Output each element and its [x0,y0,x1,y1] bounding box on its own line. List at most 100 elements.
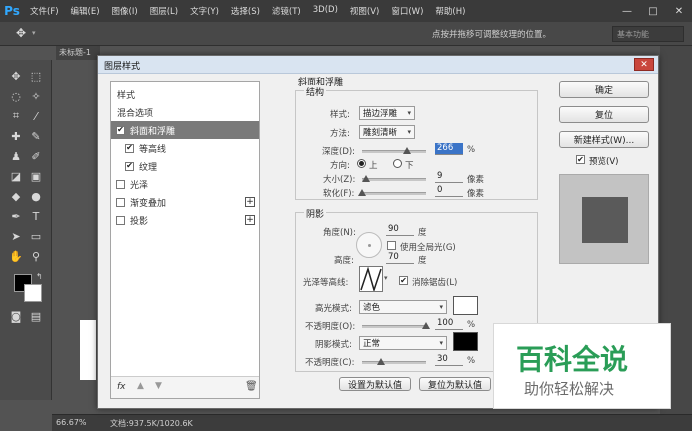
shadow-mode-dropdown[interactable]: 正常 ▾ [359,336,447,350]
workspace-select[interactable]: 基本功能 [612,26,684,42]
crop-icon[interactable]: ⌗ [8,108,24,124]
trash-icon[interactable]: 🗑 [245,381,258,392]
add-effect-icon[interactable]: + [245,197,255,207]
angle-input[interactable]: 90 [386,224,414,236]
make-default-button[interactable]: 设置为默认值 [339,377,411,391]
close-window-button[interactable]: ✕ [666,0,692,22]
size-slider-thumb[interactable] [361,175,370,182]
style-dropdown[interactable]: 描边浮雕 ▾ [359,106,415,120]
document-tab[interactable]: 未标题-1 [56,46,100,60]
lasso-icon[interactable]: ◌ [8,88,24,104]
type-icon[interactable]: T [28,208,44,224]
clone-stamp-icon[interactable]: ♟ [8,148,24,164]
altitude-input[interactable]: 70 [386,252,414,264]
shadow-color-swatch[interactable] [453,332,478,351]
highlight-mode-dropdown[interactable]: 滤色 ▾ [359,300,447,314]
direction-up-radio[interactable] [357,159,366,168]
menu-item[interactable]: 视图(V) [344,5,385,17]
highlight-opacity-slider[interactable] [362,325,426,328]
shadow-opacity-thumb[interactable] [377,358,386,365]
move-icon[interactable]: ✥ [8,68,24,84]
background-color-swatch[interactable] [24,284,42,302]
marquee-icon[interactable]: ⬚ [28,68,44,84]
magic-wand-icon[interactable]: ✧ [28,88,44,104]
menu-item[interactable]: 编辑(E) [65,5,106,17]
zoom-level[interactable]: 66.67% [56,418,87,427]
document-canvas[interactable] [80,320,96,380]
reset-button[interactable]: 复位 [559,106,649,123]
menu-item[interactable]: 选择(S) [225,5,266,17]
style-checkbox[interactable]: ✔ [125,143,134,153]
style-checkbox[interactable]: ✔ [125,161,134,171]
style-checkbox[interactable]: ✔ [116,125,125,135]
highlight-color-swatch[interactable] [453,296,478,315]
dodge-icon[interactable]: ● [28,188,44,204]
blend-options[interactable]: 混合选项 [111,103,259,121]
style-list-item[interactable]: ✔ 纹理 [111,157,259,175]
depth-slider[interactable] [362,150,426,153]
style-checkbox[interactable] [116,179,125,189]
menu-item[interactable]: 文字(Y) [184,5,225,17]
menu-item[interactable]: 窗口(W) [385,5,429,17]
menu-item[interactable]: 3D(D) [307,5,344,17]
menu-item[interactable]: 图层(L) [144,5,184,17]
move-tool-icon[interactable]: ✥ [16,26,26,40]
size-input[interactable]: 9 [435,171,463,183]
direction-down-radio[interactable] [393,159,402,168]
brush-icon[interactable]: ✎ [28,128,44,144]
blur-icon[interactable]: ◆ [8,188,24,204]
style-checkbox[interactable] [116,215,125,225]
soften-input[interactable]: 0 [435,185,463,197]
eyedropper-icon[interactable]: ⁄ [28,108,44,124]
soften-slider[interactable] [362,192,426,195]
ok-button[interactable]: 确定 [559,81,649,98]
depth-input[interactable]: 266 [435,143,463,155]
size-slider[interactable] [362,178,426,181]
shadow-opacity-slider[interactable] [362,361,426,364]
preview-checkbox[interactable]: ✔ [576,155,585,164]
fx-button[interactable]: fx [117,382,126,392]
minimize-button[interactable]: — [614,0,640,22]
move-up-icon[interactable]: ▲ [137,381,144,391]
quick-mask-icon[interactable]: ◙ [8,308,24,324]
shape-icon[interactable]: ▭ [28,228,44,244]
technique-dropdown[interactable]: 雕刻清晰 ▾ [359,125,415,139]
chevron-down-icon[interactable]: ▾ [384,274,388,282]
swap-colors-icon[interactable]: ↰ [36,272,43,281]
menu-item[interactable]: 帮助(H) [429,5,471,17]
maximize-button[interactable]: □ [640,0,666,22]
angle-dial[interactable] [356,232,382,258]
soften-slider-thumb[interactable] [358,189,366,196]
path-select-icon[interactable]: ➤ [8,228,24,244]
eraser-icon[interactable]: ◪ [8,168,24,184]
move-down-icon[interactable]: ▼ [155,381,162,391]
dialog-close-button[interactable]: ✕ [634,58,654,71]
history-brush-icon[interactable]: ✐ [28,148,44,164]
style-list-item[interactable]: 投影 + [111,211,259,229]
style-checkbox[interactable] [116,197,125,207]
anti-alias-checkbox[interactable]: ✔ [399,276,408,285]
pen-icon[interactable]: ✒ [8,208,24,224]
menu-item[interactable]: 滤镜(T) [266,5,307,17]
reset-default-button[interactable]: 复位为默认值 [419,377,491,391]
new-style-button[interactable]: 新建样式(W)... [559,131,649,148]
depth-slider-thumb[interactable] [402,147,411,154]
dialog-title-bar[interactable]: 图层样式 ✕ [98,56,658,74]
healing-brush-icon[interactable]: ✚ [8,128,24,144]
menu-item[interactable]: 图像(I) [106,5,144,17]
styles-header[interactable]: 样式 [111,85,259,103]
style-list-item[interactable]: ✔ 斜面和浮雕 [111,121,259,139]
menu-item[interactable]: 文件(F) [24,5,65,17]
style-list-item[interactable]: ✔ 等高线 [111,139,259,157]
shadow-opacity-input[interactable]: 30 [435,354,463,366]
style-list-item[interactable]: 光泽 [111,175,259,193]
highlight-opacity-input[interactable]: 100 [435,318,463,330]
zoom-icon[interactable]: ⚲ [28,248,44,264]
gradient-icon[interactable]: ▣ [28,168,44,184]
highlight-opacity-thumb[interactable] [422,322,430,329]
gloss-contour-picker[interactable] [359,266,383,293]
chevron-down-icon[interactable]: ▾ [32,29,36,37]
global-light-checkbox[interactable] [387,241,396,250]
screen-mode-icon[interactable]: ▤ [28,308,44,324]
hand-icon[interactable]: ✋ [8,248,24,264]
